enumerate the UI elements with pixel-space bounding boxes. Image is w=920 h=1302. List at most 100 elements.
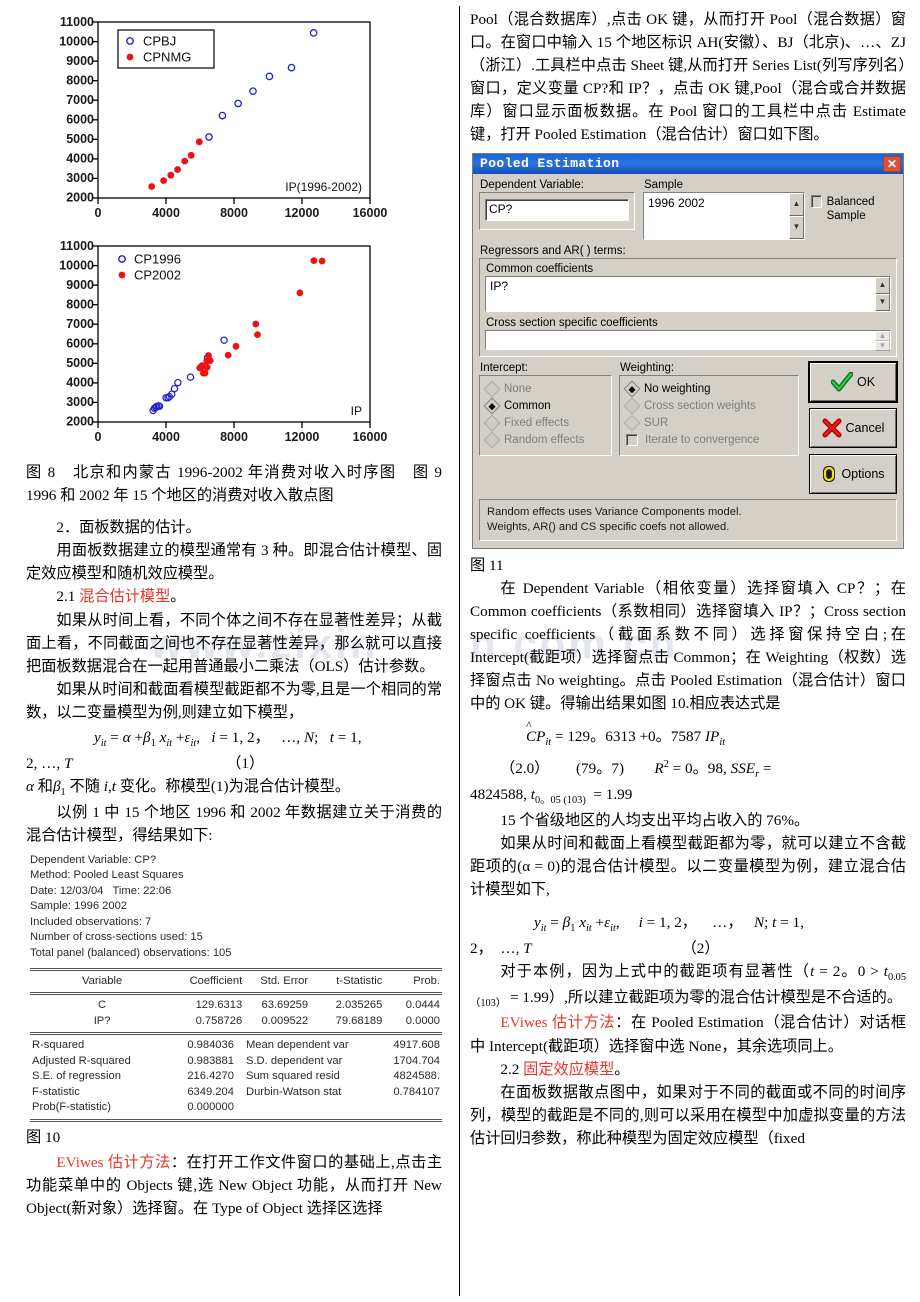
weighting-option-sur[interactable]: SUR bbox=[623, 414, 792, 432]
iterate-to-convergence-row[interactable]: Iterate to convergence bbox=[626, 432, 792, 449]
eviews-header-4: Included observations: 7 bbox=[30, 915, 152, 928]
radio-icon-selected[interactable] bbox=[483, 397, 501, 415]
cross-section-input[interactable] bbox=[486, 331, 875, 349]
svg-text:10000: 10000 bbox=[59, 259, 94, 273]
eviews-stats-table: R-squared 0.984036 Mean dependent var 49… bbox=[30, 1038, 442, 1115]
dependent-variable-input[interactable]: CP? bbox=[485, 198, 629, 221]
figure-caption-11: 图 11 bbox=[470, 556, 504, 574]
radio-icon[interactable] bbox=[623, 397, 641, 415]
svg-text:4000: 4000 bbox=[152, 206, 180, 220]
stat-value-2 bbox=[368, 1100, 442, 1115]
ok-button[interactable]: OK bbox=[809, 361, 897, 402]
radio-icon[interactable] bbox=[483, 380, 501, 398]
spinner-up-icon[interactable]: ▲ bbox=[789, 192, 804, 216]
common-coefficients-spinner[interactable]: ▲ ▼ bbox=[875, 276, 890, 311]
eviews-rule-top bbox=[30, 967, 442, 971]
spinner-up-icon[interactable]: ▲ bbox=[875, 276, 890, 294]
intercept-option-none-label: None bbox=[504, 383, 532, 396]
para-eviews-method-right: EViwes 估计方法：在 Pooled Estimation（混合估计）对话框… bbox=[470, 1011, 906, 1057]
regressors-label: Regressors and AR( ) terms: bbox=[480, 244, 626, 257]
pooled-estimation-dialog[interactable]: Pooled Estimation ✕ Dependent Variable: … bbox=[472, 152, 904, 549]
chart-9-xticks: 0 4000 8000 12000 16000 bbox=[95, 430, 388, 444]
table-row: S.E. of regression 216.4270 Sum squared … bbox=[30, 1069, 442, 1084]
figure-caption-10: 图 10 bbox=[26, 1128, 61, 1146]
svg-text:CPBJ: CPBJ bbox=[143, 34, 176, 49]
subsection-2-1-number: 2.1 bbox=[56, 588, 76, 606]
dialog-titlebar[interactable]: Pooled Estimation ✕ bbox=[473, 153, 903, 174]
options-button[interactable]: Options bbox=[809, 453, 897, 494]
balanced-sample-label: Balanced Sample bbox=[826, 195, 875, 222]
subsection-2-1-title: 混合估计模型 bbox=[79, 588, 171, 606]
col-prob: Prob. bbox=[413, 974, 440, 987]
weighting-option-cross-section-weights[interactable]: Cross section weights bbox=[623, 397, 792, 415]
svg-text:8000: 8000 bbox=[220, 206, 248, 220]
stat-value: 0.984036 bbox=[187, 1039, 234, 1052]
dialog-buttons: OK Cancel Options bbox=[806, 361, 897, 494]
radio-icon[interactable] bbox=[483, 431, 501, 449]
equation-2-number: （2） bbox=[681, 939, 720, 957]
stat-value: 6349.204 bbox=[187, 1085, 234, 1098]
cancel-button[interactable]: Cancel bbox=[809, 407, 897, 448]
intercept-option-none[interactable]: None bbox=[483, 380, 605, 398]
cell-variable: IP? bbox=[93, 1014, 111, 1027]
intercept-option-random-effects[interactable]: Random effects bbox=[483, 431, 605, 449]
para-example-1: 以例 1 中 15 个地区 1996 和 2002 年数据建立关于消费的混合估计… bbox=[26, 803, 442, 844]
intercept-option-fixed-effects[interactable]: Fixed effects bbox=[483, 414, 605, 432]
intercept-label: Intercept: bbox=[480, 361, 528, 374]
stat-label-2: Durbin-Watson stat bbox=[245, 1085, 342, 1098]
intercept-group: None Common Fixed effects Random effects bbox=[479, 374, 612, 456]
radio-icon-selected[interactable] bbox=[623, 380, 641, 398]
weighting-option-no-weighting[interactable]: No weighting bbox=[623, 380, 792, 398]
svg-text:7000: 7000 bbox=[66, 93, 94, 107]
table-row: R-squared 0.984036 Mean dependent var 49… bbox=[30, 1038, 442, 1053]
spinner-down-icon[interactable]: ▼ bbox=[875, 340, 890, 351]
equation-2-cont: 2， …, T （2） bbox=[470, 939, 720, 957]
svg-text:9000: 9000 bbox=[66, 278, 94, 292]
common-coefficients-input[interactable]: IP? bbox=[486, 277, 875, 311]
para-pooled-1: 如果从时间上看，不同个体之间不存在显著性差异；从截面上看，不同截面之间也不存在显… bbox=[26, 611, 442, 675]
radio-icon[interactable] bbox=[483, 414, 501, 432]
subsection-2-2-number: 2.2 bbox=[500, 1060, 520, 1078]
cell-t-statistic: 79.68189 bbox=[335, 1014, 383, 1027]
stat-label-2: Sum squared resid bbox=[245, 1070, 340, 1083]
balanced-sample-checkbox[interactable] bbox=[811, 194, 822, 208]
eviews-header-5: Number of cross-sections used: 15 bbox=[30, 931, 203, 944]
cross-icon bbox=[822, 418, 842, 438]
close-icon[interactable]: ✕ bbox=[883, 155, 901, 172]
chart-8-xlabel: IP(1996-2002) bbox=[285, 180, 362, 194]
eviews-header-1: Method: Pooled Least Squares bbox=[30, 869, 184, 882]
chart-8-svg: 11000 10000 9000 8000 7000 6000 5000 400… bbox=[59, 15, 387, 220]
subsection-2-2-tail: 。 bbox=[614, 1060, 630, 1078]
dialog-body: Dependent Variable: CP? Sample 1996 2002… bbox=[473, 174, 903, 548]
ok-button-label: OK bbox=[856, 374, 876, 389]
para-pool-intro: Pool（混合数据库）,点击 OK 键，从而打开 Pool（混合数据）窗口。在窗… bbox=[470, 11, 906, 144]
cross-section-wrap: ▲ ▼ bbox=[485, 329, 891, 351]
stat-value: 0.983881 bbox=[187, 1054, 234, 1067]
stat-value-2: 4917.608 bbox=[393, 1039, 440, 1052]
right-column: Pool（混合数据库）,点击 OK 键，从而打开 Pool（混合数据）窗口。在窗… bbox=[460, 0, 920, 1302]
intercept-option-common[interactable]: Common bbox=[483, 397, 605, 415]
para-76-percent: 15 个省级地区的人均支出平均占收入的 76%。 bbox=[500, 811, 810, 829]
svg-text:4000: 4000 bbox=[66, 152, 94, 166]
chart-8-legend: CPBJ CPNMG bbox=[117, 29, 215, 69]
spinner-up-icon[interactable]: ▲ bbox=[875, 330, 890, 341]
radio-icon[interactable] bbox=[623, 414, 641, 432]
dependent-variable-block: Dependent Variable: CP? bbox=[479, 179, 635, 230]
sample-input[interactable]: 1996 2002 bbox=[644, 193, 789, 239]
svg-text:8000: 8000 bbox=[66, 298, 94, 312]
spinner-down-icon[interactable]: ▼ bbox=[875, 293, 890, 311]
table-row: C 129.6313 63.69259 2.035265 0.0444 bbox=[30, 998, 442, 1013]
weighting-label: Weighting: bbox=[620, 361, 675, 374]
eviews-header-3: Sample: 1996 2002 bbox=[30, 900, 128, 913]
cross-section-spinner[interactable]: ▲ ▼ bbox=[875, 330, 890, 351]
svg-text:0: 0 bbox=[95, 206, 102, 220]
svg-text:6000: 6000 bbox=[66, 113, 94, 127]
checkmark-icon bbox=[830, 371, 853, 392]
col-t-statistic: t-Statistic bbox=[336, 974, 383, 987]
spinner-down-icon[interactable]: ▼ bbox=[789, 215, 804, 239]
iterate-checkbox[interactable] bbox=[626, 434, 638, 447]
sample-spinner[interactable]: ▲ ▼ bbox=[789, 192, 804, 239]
equation-result-stats: （2.0） (79。7) R2 = 0。98, SSEr = bbox=[500, 759, 772, 781]
balanced-sample-block[interactable]: Balanced Sample bbox=[811, 192, 897, 224]
svg-text:CPNMG: CPNMG bbox=[143, 50, 191, 65]
